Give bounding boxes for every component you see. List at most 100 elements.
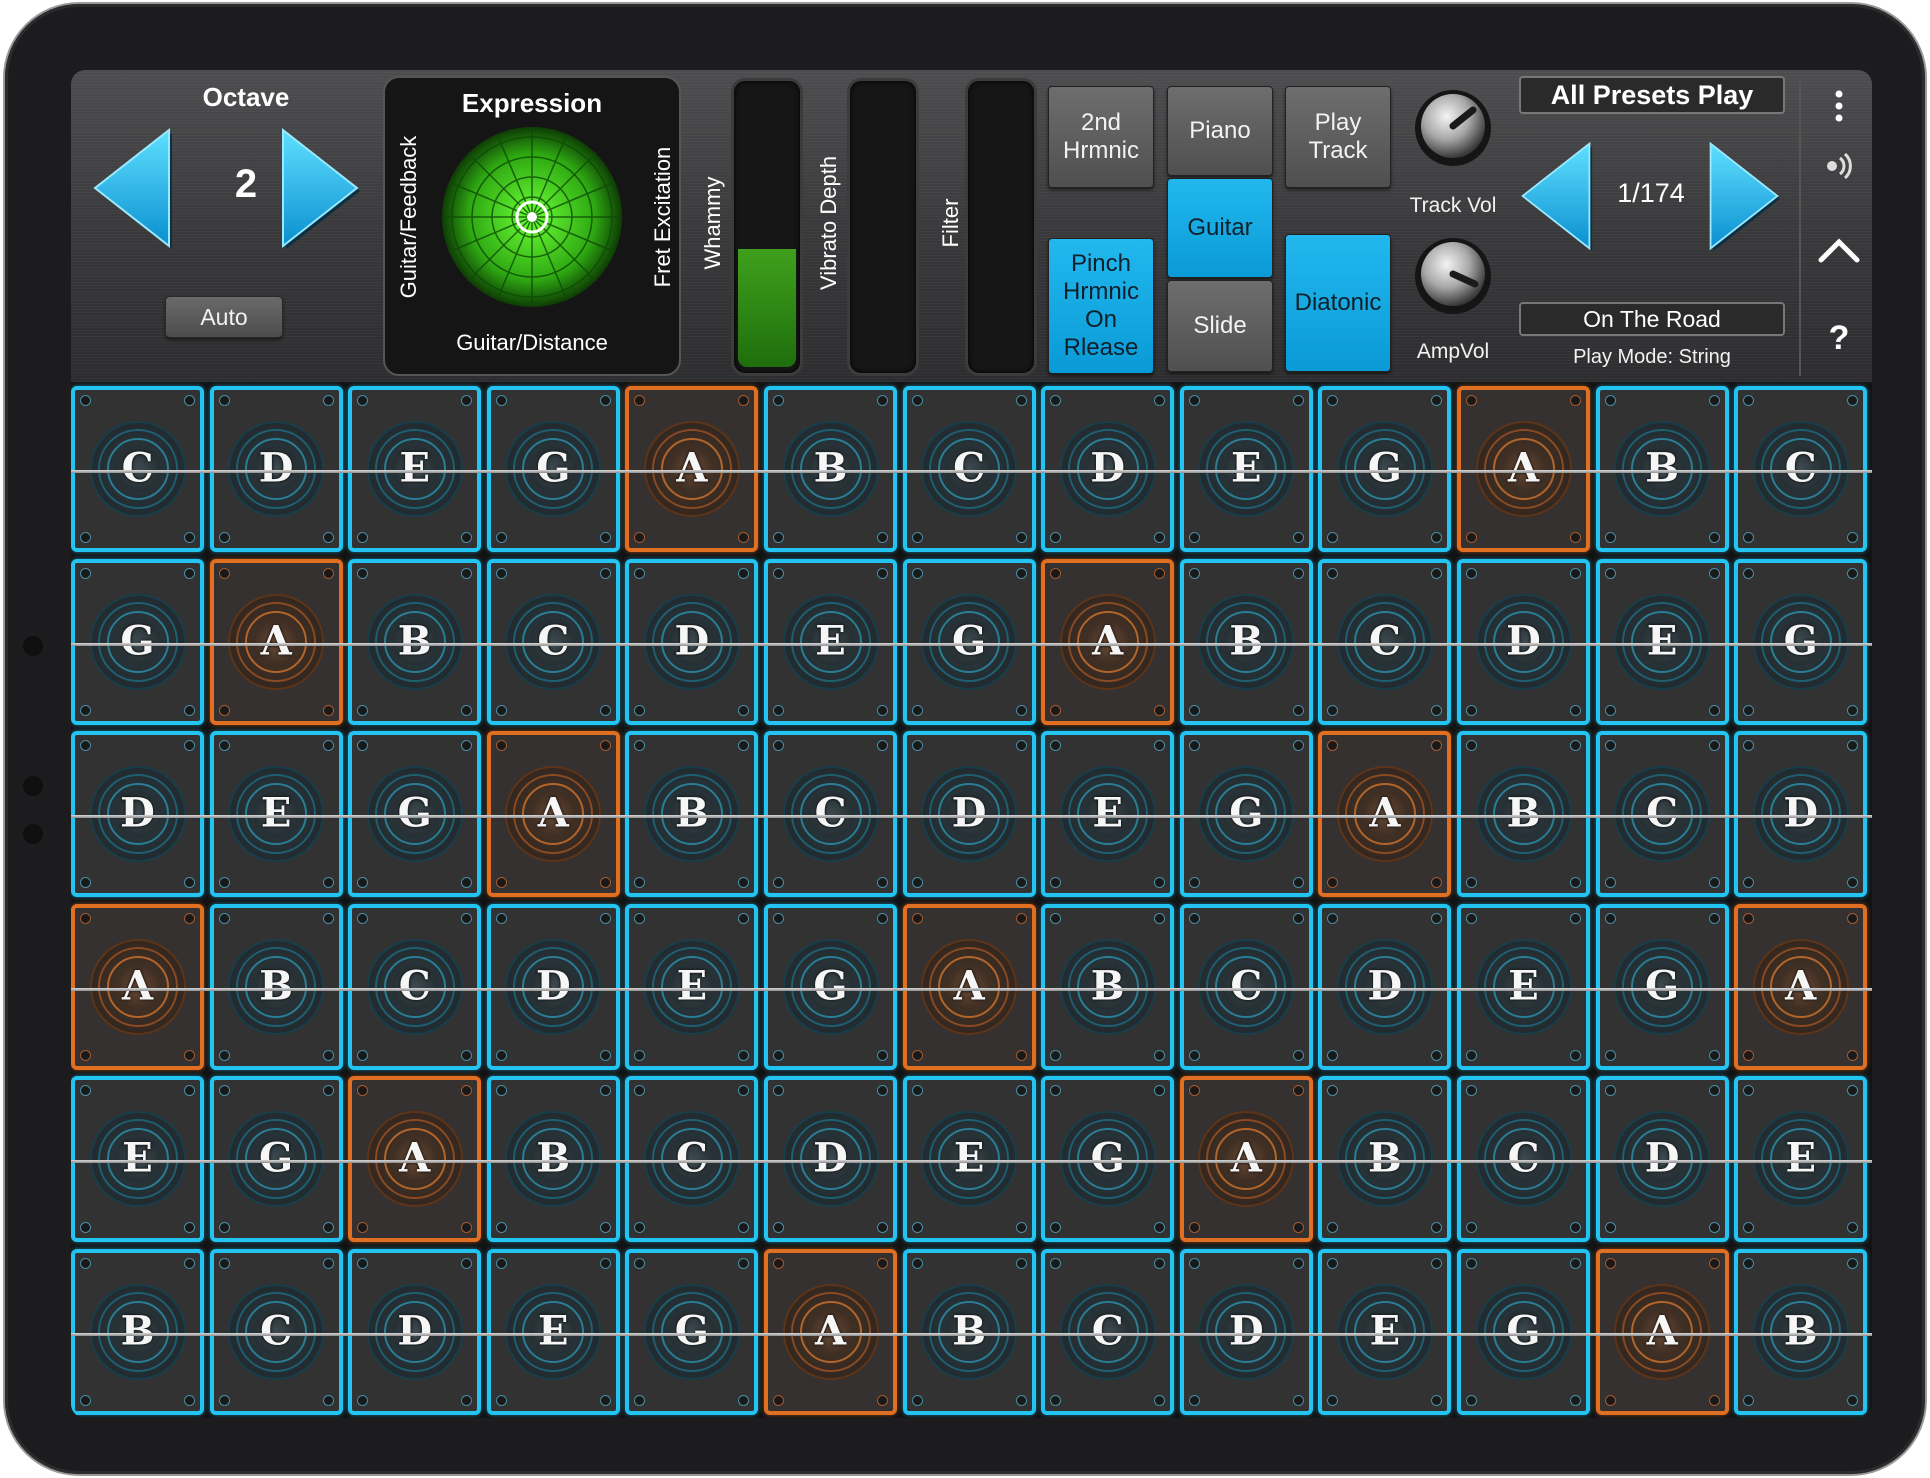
note-pad[interactable]: A [71,903,204,1070]
note-pad[interactable]: A [764,1248,897,1415]
note-pad[interactable]: E [71,1076,204,1242]
note-pad[interactable]: B [348,558,482,725]
note-pad[interactable]: G [902,558,1036,725]
expression-xy-pad[interactable] [439,124,625,310]
note-pad[interactable]: E [209,731,343,897]
chevron-up-icon[interactable] [1815,230,1863,270]
note-pad[interactable]: B [1041,903,1175,1070]
filter-slider[interactable] [965,78,1037,376]
note-pad[interactable]: D [71,731,204,897]
note-pad[interactable]: C [902,386,1036,552]
note-pad[interactable]: G [1041,1076,1175,1242]
note-pad[interactable]: G [1595,903,1729,1070]
note-pad[interactable]: A [1734,903,1868,1070]
amp-vol-knob[interactable] [1413,236,1493,316]
more-vertical-icon[interactable] [1819,86,1859,126]
note-pad[interactable]: D [1734,731,1868,897]
play-track-button[interactable]: Play Track [1285,86,1391,188]
preset-next-button[interactable] [1705,140,1783,252]
piano-button[interactable]: Piano [1167,86,1273,176]
note-pad[interactable]: A [1318,731,1452,897]
note-pad[interactable]: G [1734,558,1868,725]
pinch-harmonic-button[interactable]: Pinch Hrmnic On Rlease [1048,238,1154,374]
note-pad[interactable]: D [1041,386,1175,552]
note-pad[interactable]: C [1595,731,1729,897]
note-pad[interactable]: E [486,1248,620,1415]
note-pad[interactable]: D [1457,558,1590,725]
note-pad[interactable]: B [1318,1076,1452,1242]
slide-button[interactable]: Slide [1167,280,1273,372]
note-pad[interactable]: A [902,903,1036,1070]
octave-up-button[interactable] [277,126,363,250]
preset-prev-button[interactable] [1517,140,1595,252]
note-pad[interactable]: D [625,558,759,725]
vibrato-depth-slider[interactable] [847,78,919,376]
note-pad[interactable]: C [764,731,897,897]
note-pad[interactable]: A [348,1076,482,1242]
octave-down-button[interactable] [89,126,175,250]
note-pad[interactable]: B [1457,731,1590,897]
note-pad[interactable]: E [1457,903,1590,1070]
note-pad[interactable]: E [1179,386,1313,552]
second-harmonic-button[interactable]: 2nd Hrmnic [1048,86,1154,188]
note-pad[interactable]: A [209,558,343,725]
note-pad[interactable]: G [1179,731,1313,897]
note-pad[interactable]: B [1734,1248,1868,1415]
note-pad[interactable]: C [71,386,204,552]
expression-panel[interactable]: Expression Guitar/Feedback Fret Excitati… [383,76,681,376]
note-pad[interactable]: D [1595,1076,1729,1242]
note-pad[interactable]: G [625,1248,759,1415]
note-pad[interactable]: D [1179,1248,1313,1415]
all-presets-button[interactable]: All Presets Play [1519,76,1785,114]
note-pad[interactable]: E [1318,1248,1452,1415]
whammy-slider[interactable] [731,78,803,376]
note-pad[interactable]: A [1179,1076,1313,1242]
note-pad[interactable]: A [1457,386,1590,552]
note-pad[interactable]: C [1734,386,1868,552]
note-pad[interactable]: A [625,386,759,552]
note-pad[interactable]: D [1318,903,1452,1070]
note-pad[interactable]: B [625,731,759,897]
note-pad[interactable]: B [1179,558,1313,725]
auto-button[interactable]: Auto [165,296,283,338]
note-pad[interactable]: B [902,1248,1036,1415]
note-pad[interactable]: E [348,386,482,552]
note-pad[interactable]: C [1457,1076,1590,1242]
help-icon[interactable]: ? [1819,318,1859,358]
note-pad[interactable]: E [1734,1076,1868,1242]
preset-name[interactable]: On The Road [1519,302,1785,336]
note-pad[interactable]: C [209,1248,343,1415]
note-pad[interactable]: E [625,903,759,1070]
note-pad[interactable]: G [764,903,897,1070]
note-pad[interactable]: D [764,1076,897,1242]
note-pad[interactable]: E [1595,558,1729,725]
broadcast-icon[interactable] [1819,146,1859,186]
note-pad[interactable]: E [1041,731,1175,897]
note-pad[interactable]: C [486,558,620,725]
note-pad[interactable]: G [71,558,204,725]
note-pad[interactable]: B [209,903,343,1070]
note-pad[interactable]: D [902,731,1036,897]
note-pad[interactable]: D [486,903,620,1070]
note-pad[interactable]: B [1595,386,1729,552]
track-vol-knob[interactable] [1413,88,1493,168]
note-pad[interactable]: A [1041,558,1175,725]
note-pad[interactable]: G [1318,386,1452,552]
note-pad[interactable]: G [209,1076,343,1242]
diatonic-button[interactable]: Diatonic [1285,234,1391,372]
note-pad[interactable]: B [486,1076,620,1242]
note-pad[interactable]: G [486,386,620,552]
note-pad[interactable]: C [1041,1248,1175,1415]
note-pad[interactable]: C [1318,558,1452,725]
note-pad[interactable]: D [209,386,343,552]
note-pad[interactable]: B [71,1248,204,1415]
note-pad[interactable]: C [625,1076,759,1242]
guitar-button[interactable]: Guitar [1167,178,1273,278]
note-pad[interactable]: A [1595,1248,1729,1415]
note-pad[interactable]: C [1179,903,1313,1070]
note-pad[interactable]: A [486,731,620,897]
note-pad[interactable]: D [348,1248,482,1415]
note-pad[interactable]: G [1457,1248,1590,1415]
note-pad[interactable]: C [348,903,482,1070]
note-pad[interactable]: G [348,731,482,897]
